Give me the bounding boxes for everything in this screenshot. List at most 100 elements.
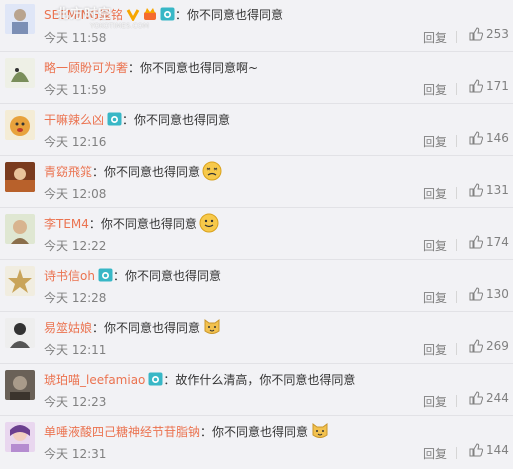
username-link[interactable]: 琥珀喵_leefamiao (44, 371, 145, 388)
smile-face-emoji-icon (199, 213, 219, 233)
member-crown-icon (143, 7, 157, 21)
comment-time: 今天 11:58 (44, 31, 107, 45)
username-link[interactable]: 诗书信oh (44, 267, 95, 284)
dizzy-face-emoji-icon (202, 161, 222, 181)
like-button[interactable]: 146 (469, 131, 509, 145)
camera-badge-icon (98, 268, 113, 282)
username-link[interactable]: 青窈飛筄 (44, 163, 92, 180)
reply-button[interactable]: 回复 (423, 393, 447, 410)
like-count: 269 (486, 339, 509, 353)
colon: ： (92, 320, 105, 335)
divider (456, 447, 457, 459)
comment-time: 今天 11:59 (44, 83, 107, 97)
avatar-image (5, 266, 35, 296)
like-button[interactable]: 244 (469, 391, 509, 405)
comment-text: 你不同意也得同意 (104, 320, 201, 335)
like-count: 131 (486, 183, 509, 197)
comment-list: SEEMING晁铭 ： 你不同意也得同意 今天 11:58 回复 253 略一顾 (0, 0, 513, 469)
comment-row: 单唾液酸四己糖神经节苷脂钠 ： 你不同意也得同意 今天 12:31 回复 144 (0, 416, 513, 469)
avatar-image (5, 370, 35, 400)
username-link[interactable]: 干嘛辣么凶 (44, 111, 104, 128)
camera-badge-icon (107, 112, 122, 126)
username-link[interactable]: 易筮姑娘 (44, 319, 92, 336)
avatar[interactable] (5, 214, 35, 244)
comment-text: 你不同意也得同意 (100, 216, 197, 231)
avatar[interactable] (5, 4, 35, 34)
colon: ： (122, 112, 135, 127)
doge-emoji-icon (202, 317, 222, 337)
like-button[interactable]: 269 (469, 339, 509, 353)
reply-button[interactable]: 回复 (423, 445, 447, 462)
comment-time: 今天 12:08 (44, 187, 107, 201)
like-count: 174 (486, 235, 509, 249)
camera-badge-icon (160, 7, 175, 21)
comment-row: 略一顾盼可为奢 ： 你不同意也得同意啊~ 今天 11:59 回复 171 (0, 52, 513, 104)
divider (456, 343, 457, 355)
reply-button[interactable]: 回复 (423, 81, 447, 98)
doge-emoji-icon (310, 421, 330, 441)
divider (456, 135, 457, 147)
comment-row: 易筮姑娘 ： 你不同意也得同意 今天 12:11 回复 269 (0, 312, 513, 364)
avatar-image (5, 214, 35, 244)
like-button[interactable]: 253 (469, 27, 509, 41)
username-link[interactable]: SEEMING晁铭 (44, 6, 123, 23)
like-button[interactable]: 171 (469, 79, 509, 93)
like-count: 244 (486, 391, 509, 405)
reply-button[interactable]: 回复 (423, 341, 447, 358)
like-count: 253 (486, 27, 509, 41)
reply-button[interactable]: 回复 (423, 289, 447, 306)
avatar[interactable] (5, 58, 35, 88)
like-count: 130 (486, 287, 509, 301)
avatar-image (5, 318, 35, 348)
like-button[interactable]: 174 (469, 235, 509, 249)
like-button[interactable]: 130 (469, 287, 509, 301)
reply-button[interactable]: 回复 (423, 29, 447, 46)
comment-text: 你不同意也得同意啊~ (140, 60, 259, 75)
username-link[interactable]: 略一顾盼可为奢 (44, 59, 128, 76)
camera-badge-icon (148, 372, 163, 386)
username-link[interactable]: 单唾液酸四己糖神经节苷脂钠 (44, 423, 200, 440)
comment-time: 今天 12:28 (44, 291, 107, 305)
verified-v-icon (126, 7, 140, 21)
avatar[interactable] (5, 266, 35, 296)
avatar[interactable] (5, 422, 35, 452)
thumbs-up-icon (469, 183, 483, 197)
avatar-image (5, 4, 35, 34)
thumbs-up-icon (469, 79, 483, 93)
thumbs-up-icon (469, 131, 483, 145)
comment-time: 今天 12:23 (44, 395, 107, 409)
comment-text: 你不同意也得同意 (134, 112, 231, 127)
colon: ： (128, 60, 141, 75)
comment-row: 琥珀喵_leefamiao ： 故作什么清高，你不同意也得同意 今天 12:23… (0, 364, 513, 416)
comment-row: SEEMING晁铭 ： 你不同意也得同意 今天 11:58 回复 253 (0, 0, 513, 52)
like-count: 171 (486, 79, 509, 93)
comment-time: 今天 12:22 (44, 239, 107, 253)
colon: ： (112, 268, 125, 283)
username-link[interactable]: 李TEM4 (44, 215, 89, 232)
thumbs-up-icon (469, 443, 483, 457)
comment-text: 你不同意也得同意 (104, 164, 201, 179)
like-button[interactable]: 144 (469, 443, 509, 457)
reply-button[interactable]: 回复 (423, 133, 447, 150)
comment-row: 李TEM4 ： 你不同意也得同意 今天 12:22 回复 174 (0, 208, 513, 260)
thumbs-up-icon (469, 391, 483, 405)
comment-text: 你不同意也得同意 (124, 268, 221, 283)
comment-row: 青窈飛筄 ： 你不同意也得同意 今天 12:08 回复 131 (0, 156, 513, 208)
reply-button[interactable]: 回复 (423, 237, 447, 254)
thumbs-up-icon (469, 235, 483, 249)
comment-text: 你不同意也得同意 (212, 424, 309, 439)
avatar[interactable] (5, 370, 35, 400)
avatar[interactable] (5, 110, 35, 140)
divider (456, 31, 457, 43)
like-count: 146 (486, 131, 509, 145)
avatar-image (5, 162, 35, 192)
comment-row: 诗书信oh ： 你不同意也得同意 今天 12:28 回复 130 (0, 260, 513, 312)
comment-text: 你不同意也得同意 (186, 7, 283, 22)
like-button[interactable]: 131 (469, 183, 509, 197)
colon: ： (88, 216, 101, 231)
reply-button[interactable]: 回复 (423, 185, 447, 202)
thumbs-up-icon (469, 339, 483, 353)
comment-time: 今天 12:16 (44, 135, 107, 149)
avatar[interactable] (5, 318, 35, 348)
avatar[interactable] (5, 162, 35, 192)
